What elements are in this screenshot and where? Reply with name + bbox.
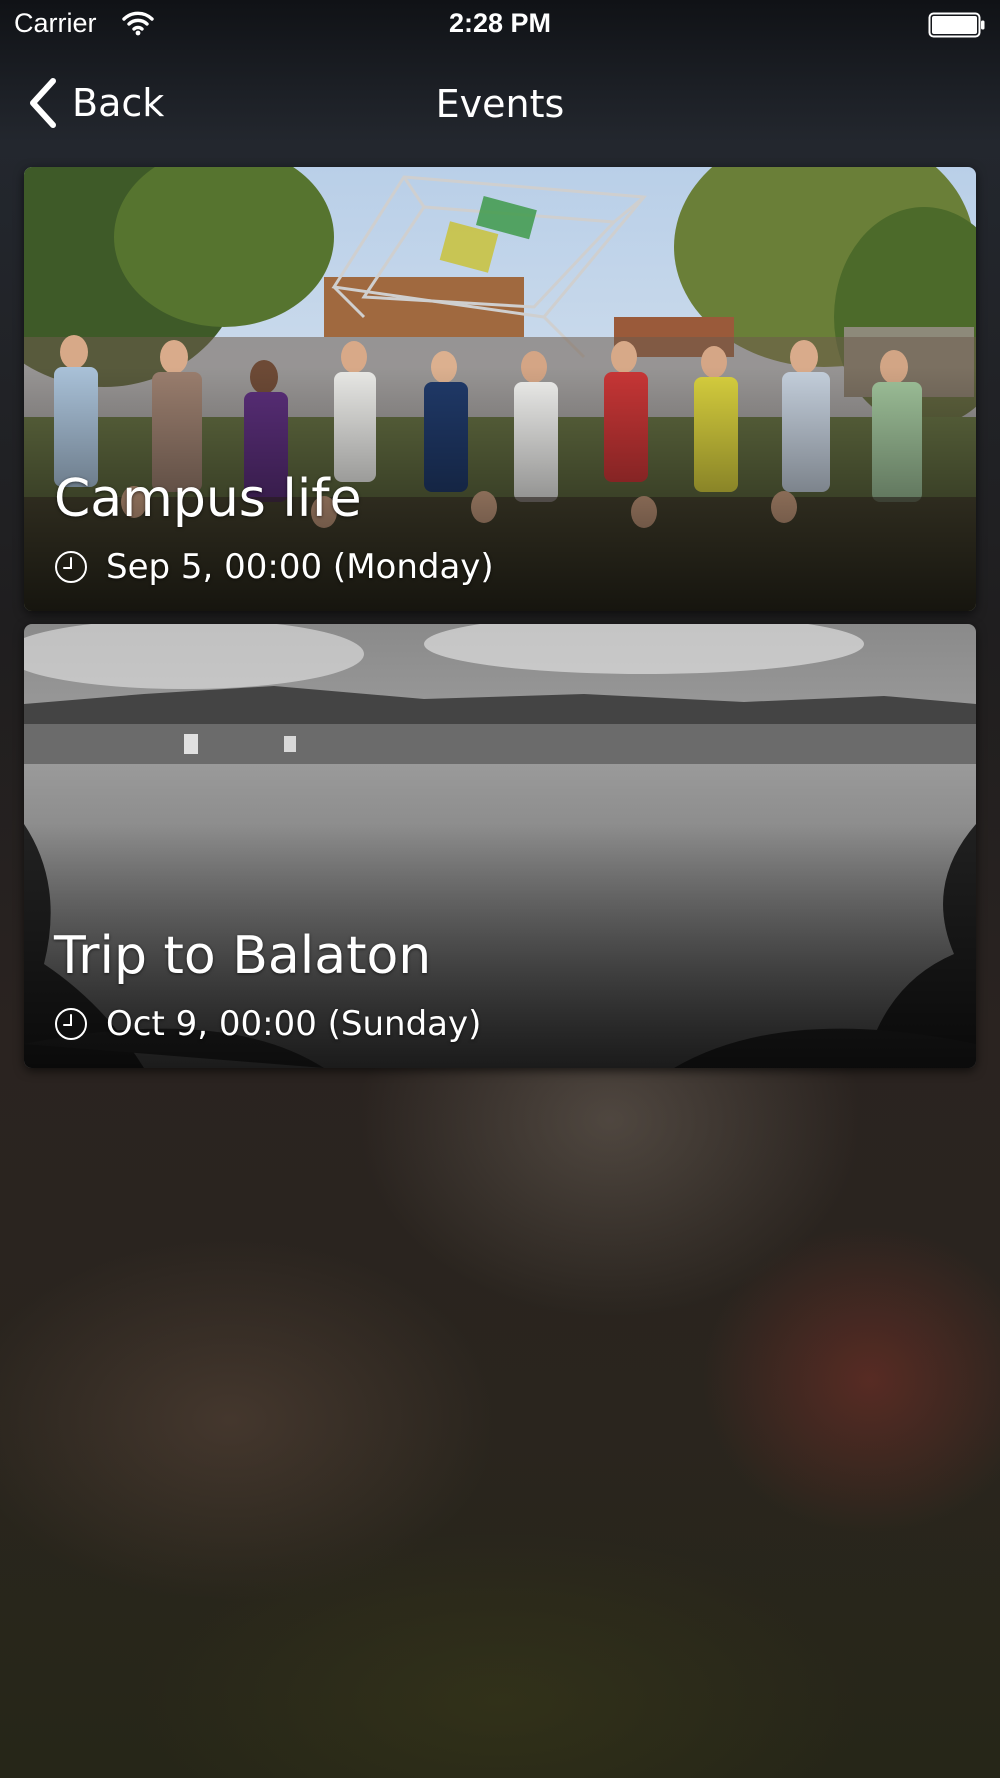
event-datetime-row: Oct 9, 00:00 (Sunday) — [54, 1004, 481, 1044]
status-time: 2:28 PM — [448, 8, 552, 38]
battery-icon — [928, 12, 985, 38]
event-datetime-row: Sep 5, 00:00 (Monday) — [54, 547, 494, 587]
event-title: Trip to Balaton — [54, 926, 432, 986]
clock-icon — [55, 1008, 87, 1040]
card-shade — [24, 624, 976, 1068]
event-card-trip-to-balaton[interactable]: Trip to Balaton Oct 9, 00:00 (Sunday) — [24, 624, 976, 1068]
page-title: Events — [435, 82, 565, 126]
card-shade — [24, 167, 976, 611]
events-screen: Carrier 2:28 PM Back Events Campus life … — [0, 0, 1000, 1778]
event-datetime: Oct 9, 00:00 (Sunday) — [106, 1004, 482, 1044]
event-datetime: Sep 5, 00:00 (Monday) — [106, 547, 494, 587]
status-bar: Carrier 2:28 PM — [0, 0, 1000, 52]
clock-icon — [55, 551, 87, 583]
event-card-campus-life[interactable]: Campus life Sep 5, 00:00 (Monday) — [24, 167, 976, 611]
navigation-bar: Back Events — [0, 52, 1000, 152]
event-title: Campus life — [54, 469, 362, 529]
